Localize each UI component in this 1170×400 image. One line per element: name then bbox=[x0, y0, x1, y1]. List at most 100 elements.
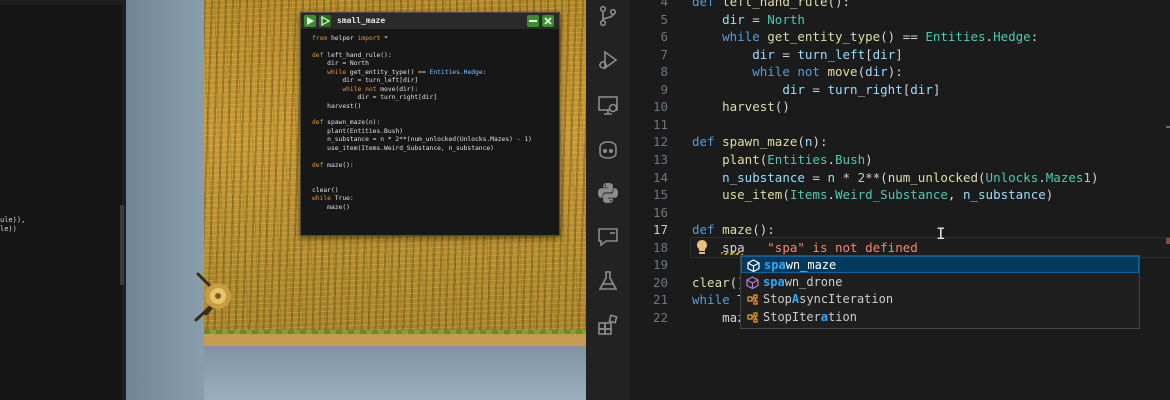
line-number: 19 bbox=[652, 257, 668, 273]
code-token: while not bbox=[312, 85, 381, 93]
code-token: move(dir): bbox=[380, 85, 419, 93]
game-code-line: dir = turn_left[dir] bbox=[312, 77, 532, 85]
code-token: while bbox=[312, 195, 335, 203]
code-line[interactable]: while T bbox=[692, 292, 745, 307]
code-token: while bbox=[312, 68, 350, 76]
code-token: use_item bbox=[722, 187, 783, 203]
code-line[interactable]: harvest() bbox=[692, 99, 790, 114]
code-token: Entities.Hedge bbox=[429, 68, 483, 76]
code-line[interactable]: while get_entity_type() == Entities.Hedg… bbox=[692, 29, 1038, 44]
field-base bbox=[204, 346, 586, 400]
code-token: n_substance = n * 2**(num_unlocked(Unloc… bbox=[312, 136, 532, 144]
code-window[interactable]: small_maze from helper import * def left_… bbox=[300, 12, 560, 236]
suggest-item[interactable]: spawn_maze bbox=[741, 256, 1139, 273]
code-token: ): bbox=[812, 134, 828, 150]
code-token: turn_left bbox=[797, 46, 866, 62]
left-scrollbar[interactable] bbox=[120, 205, 124, 285]
code-line[interactable]: def maze(): bbox=[692, 222, 775, 237]
code-line[interactable]: dir = turn_right[dir] bbox=[692, 82, 940, 97]
step-button[interactable] bbox=[319, 15, 331, 27]
code-token: . bbox=[827, 187, 836, 203]
testing-icon[interactable] bbox=[596, 269, 620, 293]
copilot-icon[interactable] bbox=[596, 138, 620, 162]
left-code-line: le)) bbox=[0, 225, 17, 233]
line-number: 5 bbox=[660, 11, 668, 27]
game-code-line: def left_hand_rule(): bbox=[312, 52, 532, 60]
code-token: ): bbox=[887, 64, 903, 80]
code-token: Entities bbox=[767, 151, 828, 167]
code-token: def bbox=[692, 134, 723, 150]
code-token: Bush bbox=[835, 151, 866, 167]
suggest-item[interactable]: spawn_drone bbox=[741, 274, 1139, 291]
close-button[interactable] bbox=[542, 15, 554, 27]
code-line[interactable]: def left_hand_rule(): bbox=[692, 0, 850, 9]
code-token: left_hand_rule bbox=[722, 0, 828, 9]
code-token: [ bbox=[865, 46, 873, 62]
line-number: 6 bbox=[660, 29, 668, 45]
run-button[interactable] bbox=[304, 15, 316, 27]
line-number: 13 bbox=[652, 151, 668, 167]
code-token: while bbox=[692, 292, 738, 308]
code-token: spawn_maze bbox=[722, 134, 798, 150]
remote-explorer-icon[interactable] bbox=[596, 93, 620, 117]
code-line[interactable]: n_substance = n * 2**(num_unlocked(Unloc… bbox=[692, 170, 1098, 185]
class-icon bbox=[747, 311, 758, 323]
game-code-line: def spawn_maze(n): bbox=[312, 119, 532, 127]
game-code-line: maze() bbox=[312, 204, 532, 212]
game-viewport[interactable]: small_maze from helper import * def left_… bbox=[126, 0, 586, 400]
code-token: * bbox=[835, 169, 858, 185]
line-number: 11 bbox=[652, 116, 668, 132]
game-code-line bbox=[312, 111, 532, 119]
code-token: ) bbox=[1045, 187, 1054, 203]
code-window-titlebar[interactable]: small_maze bbox=[301, 13, 559, 29]
code-line[interactable]: use_item(Items.Weird_Substance, n_substa… bbox=[692, 187, 1053, 202]
code-line[interactable]: clear() bbox=[692, 275, 745, 290]
code-token: "spa" is not defined bbox=[767, 239, 918, 255]
python-icon[interactable] bbox=[596, 181, 620, 205]
code-token: clear bbox=[692, 274, 730, 290]
code-token: plant bbox=[722, 151, 760, 167]
suggest-item[interactable]: StopIteration bbox=[741, 309, 1139, 326]
code-token: Entities bbox=[925, 29, 986, 45]
code-token: turn_right bbox=[827, 81, 903, 97]
lightbulb-icon[interactable] bbox=[695, 239, 709, 255]
code-token: import bbox=[357, 35, 385, 42]
code-token: : bbox=[482, 68, 487, 76]
suggest-widget[interactable]: spawn_maze spawn_drone StopAsyncIteration S… bbox=[740, 255, 1140, 329]
code-token: num_unlocked bbox=[887, 169, 979, 185]
game-code-line bbox=[312, 170, 532, 178]
minimize-button[interactable] bbox=[527, 15, 539, 27]
code-token: get_entity_type() == bbox=[349, 68, 430, 76]
code-token: ] bbox=[932, 81, 941, 97]
run-debug-icon[interactable] bbox=[596, 48, 620, 72]
code-line[interactable]: def spawn_maze(n): bbox=[692, 134, 828, 149]
code-line[interactable]: dir = North bbox=[692, 12, 805, 27]
code-editor[interactable]: 4 def left_hand_rule(): 5 dir = North 6 whi… bbox=[630, 0, 1170, 400]
game-code-line: use_item(Items.Weird_Substance, n_substa… bbox=[312, 145, 532, 153]
code-line[interactable]: plant(Entities.Bush) bbox=[692, 152, 873, 167]
source-control-icon[interactable] bbox=[596, 4, 620, 28]
line-number: 21 bbox=[652, 292, 668, 308]
activity-bar bbox=[586, 0, 630, 400]
code-line[interactable]: dir = turn_left[dir] bbox=[692, 47, 903, 62]
code-token: while not bbox=[752, 64, 828, 80]
code-token: helper bbox=[330, 35, 358, 42]
code-window-code[interactable]: from helper import * def left_hand_rule()… bbox=[312, 35, 532, 212]
left-editor-pane bbox=[0, 5, 122, 400]
code-line[interactable]: while not move(dir): bbox=[692, 64, 903, 79]
code-token: maze() bbox=[312, 203, 350, 211]
code-token: dir bbox=[865, 64, 888, 80]
game-code-line: while not move(dir): bbox=[312, 86, 532, 94]
code-line[interactable]: maz bbox=[692, 310, 745, 325]
extensions-icon[interactable] bbox=[596, 313, 620, 337]
code-token: Items bbox=[789, 187, 828, 203]
code-token: dir bbox=[722, 11, 745, 27]
game-code-line bbox=[312, 153, 532, 161]
line-number: 8 bbox=[660, 64, 668, 80]
comments-icon[interactable] bbox=[596, 225, 620, 249]
game-code-line: dir = turn_right[dir] bbox=[312, 94, 532, 102]
suggest-item[interactable]: StopAsyncIteration bbox=[741, 291, 1139, 308]
game-code-line: n_substance = n * 2**(num_unlocked(Unloc… bbox=[312, 136, 532, 144]
